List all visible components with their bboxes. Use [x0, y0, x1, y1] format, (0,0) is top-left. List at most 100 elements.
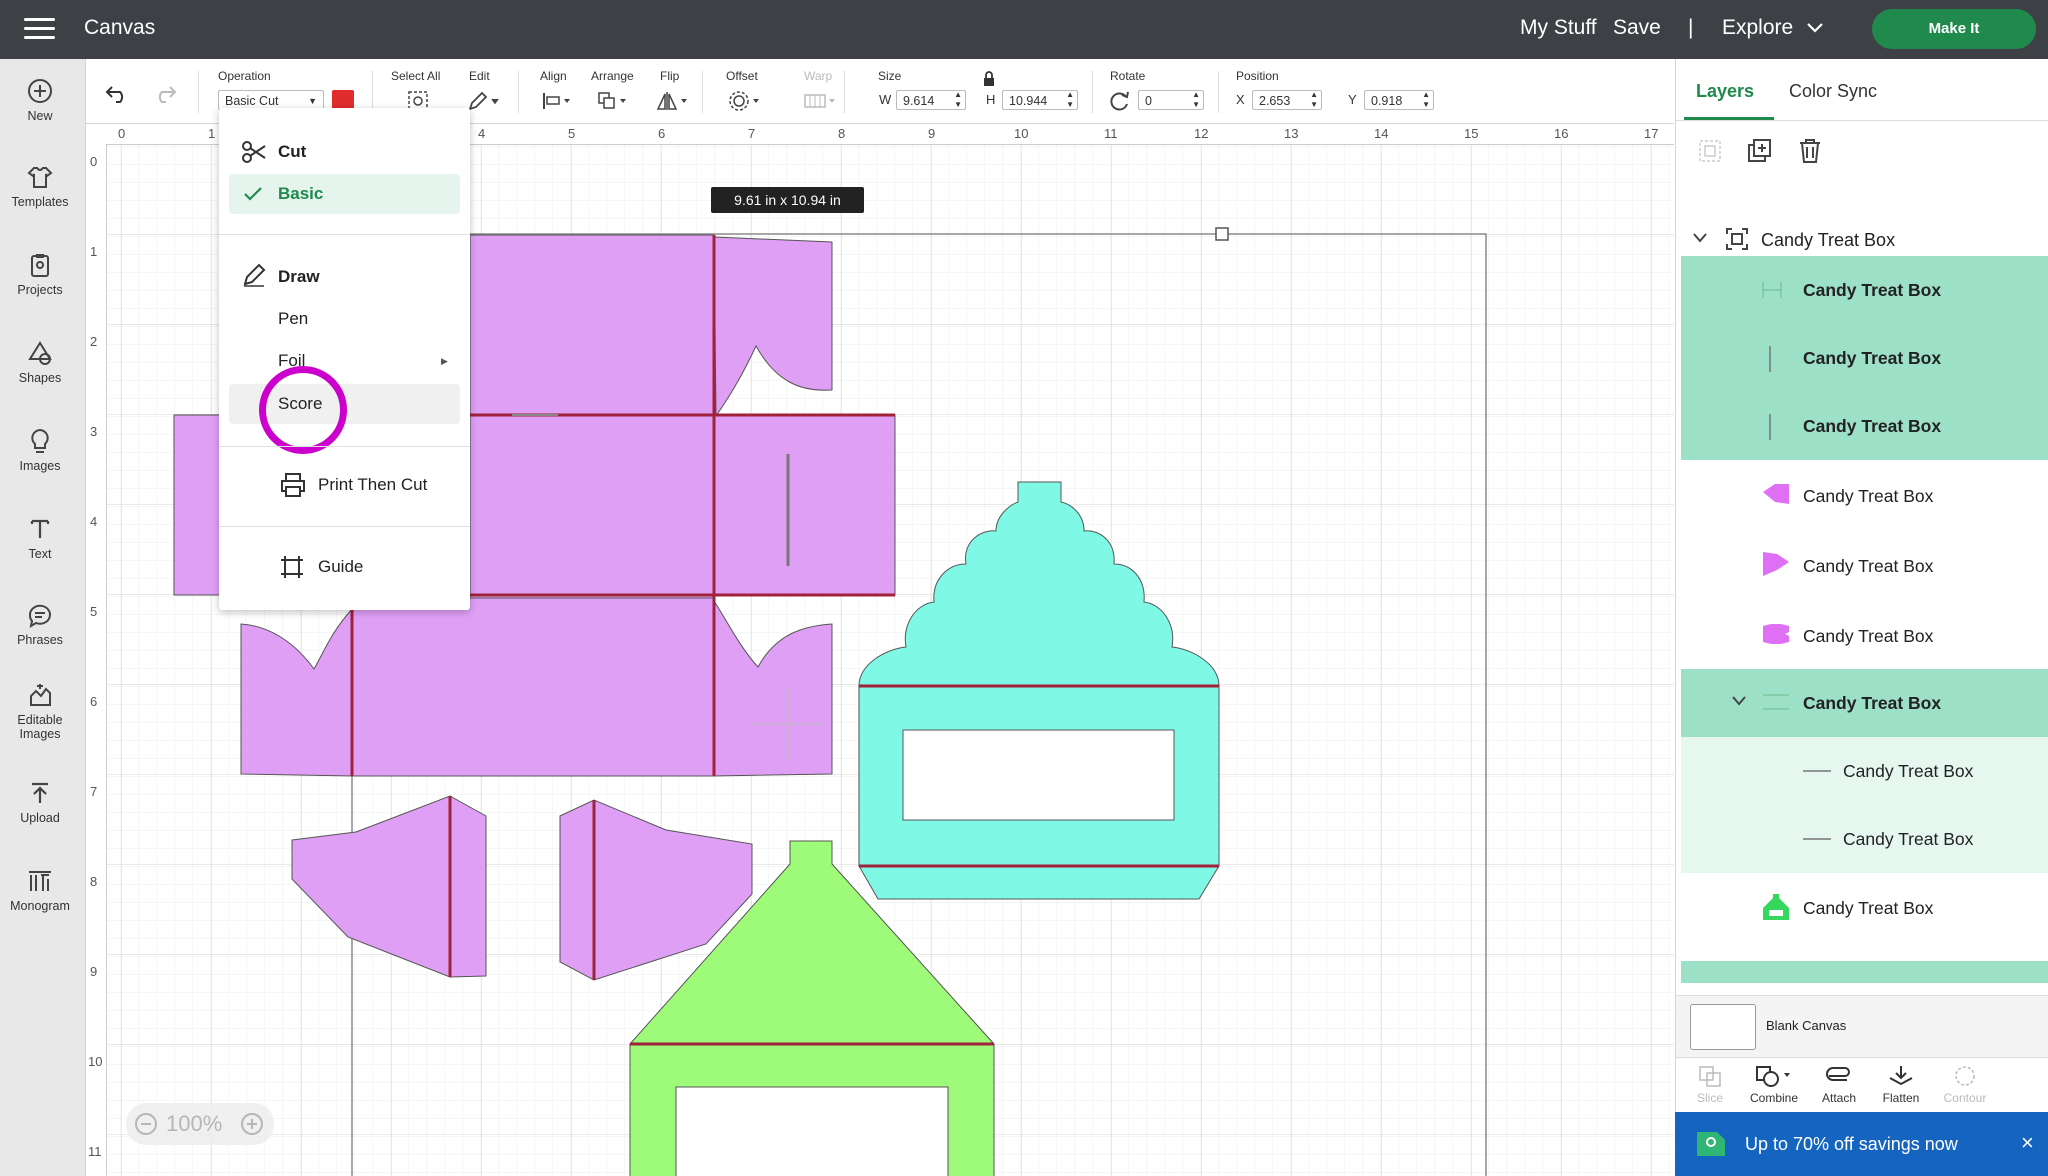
- lock-icon[interactable]: [982, 71, 996, 87]
- contour-button[interactable]: Contour: [1938, 1064, 1992, 1105]
- layer-item[interactable]: Candy Treat Box: [1681, 737, 2048, 805]
- attach-button[interactable]: Attach: [1814, 1064, 1864, 1105]
- sidebar-item-new[interactable]: New: [0, 77, 80, 123]
- combine-button[interactable]: Combine: [1742, 1064, 1806, 1105]
- stepper-icon[interactable]: ▲ ▼: [1192, 90, 1200, 110]
- ruler-tick: 10: [88, 1054, 103, 1069]
- sidebar-item-editable-images[interactable]: Editable Images: [0, 681, 80, 741]
- score-line-icon: [1769, 414, 1771, 440]
- layer-label: Candy Treat Box: [1843, 761, 1974, 781]
- menu-item-basic[interactable]: Basic: [229, 174, 460, 214]
- edit-pen-icon[interactable]: [466, 89, 502, 113]
- make-it-button[interactable]: Make It: [1872, 9, 2036, 49]
- undo-icon[interactable]: [104, 83, 130, 103]
- warp-icon[interactable]: [802, 89, 838, 113]
- menu-item-print-then-cut[interactable]: Print Then Cut: [318, 475, 427, 495]
- align-icon[interactable]: [540, 89, 574, 113]
- menu-item-pen[interactable]: Pen: [278, 309, 308, 329]
- purple-side-tab[interactable]: [173, 414, 223, 596]
- sidebar-label: Projects: [17, 283, 63, 297]
- width-input[interactable]: 9.614 ▲ ▼: [896, 90, 966, 110]
- sidebar-label: Images: [19, 459, 61, 473]
- blank-canvas-label: Blank Canvas: [1766, 1018, 1847, 1033]
- flatten-button[interactable]: Flatten: [1876, 1064, 1926, 1105]
- sidebar-item-images[interactable]: Images: [0, 427, 80, 473]
- menu-item-guide[interactable]: Guide: [318, 557, 363, 577]
- explore-menu[interactable]: Explore: [1722, 16, 1793, 40]
- layers-panel: Layers Color Sync Candy Treat Box Candy …: [1675, 59, 2048, 1176]
- purple-box-bottom[interactable]: [351, 597, 715, 777]
- sidebar-item-projects[interactable]: Projects: [0, 251, 80, 297]
- ruler-tick: 1: [90, 244, 98, 259]
- group-icon[interactable]: [1696, 137, 1724, 165]
- redo-icon[interactable]: [152, 83, 178, 103]
- stepper-icon[interactable]: ▲ ▼: [954, 90, 962, 110]
- sidebar-item-upload[interactable]: Upload: [0, 779, 80, 825]
- score-line-icon: [1803, 770, 1831, 772]
- layer-item[interactable]: Candy Treat Box: [1681, 669, 2048, 737]
- resize-handle[interactable]: [1215, 227, 1229, 241]
- layer-item[interactable]: Candy Treat Box: [1681, 532, 2048, 600]
- sidebar-label: Upload: [20, 811, 60, 825]
- paperclip-icon: [1826, 1067, 1850, 1081]
- layer-item[interactable]: Candy Treat Box: [1681, 462, 2048, 530]
- sidebar-item-templates[interactable]: Templates: [0, 163, 80, 209]
- my-stuff-link[interactable]: My Stuff: [1520, 16, 1597, 40]
- tab-layers[interactable]: Layers: [1696, 81, 1754, 102]
- stepper-icon[interactable]: ▲ ▼: [1310, 90, 1318, 110]
- chevron-down-icon[interactable]: [1692, 232, 1708, 244]
- layer-item[interactable]: Candy Treat Box: [1681, 874, 2048, 942]
- layer-item[interactable]: Candy Treat Box: [1681, 256, 2048, 324]
- ruler-tick: 1: [208, 126, 216, 141]
- close-icon[interactable]: ×: [2021, 1130, 2034, 1156]
- layer-item[interactable]: Candy Treat Box: [1681, 602, 2048, 670]
- slice-button[interactable]: Slice: [1690, 1064, 1730, 1105]
- layer-item[interactable]: Candy Treat Box: [1681, 324, 2048, 392]
- trash-icon[interactable]: [1796, 137, 1824, 165]
- zoom-in-icon[interactable]: [240, 1112, 264, 1136]
- chevron-down-icon[interactable]: [1731, 695, 1747, 707]
- rotate-icon[interactable]: [1108, 89, 1132, 113]
- sidebar-item-monogram[interactable]: Monogram: [0, 867, 80, 913]
- offset-icon[interactable]: [728, 89, 762, 113]
- x-position-input[interactable]: 2.653 ▲ ▼: [1252, 90, 1322, 110]
- sidebar-label: Editable Images: [17, 713, 63, 741]
- blank-canvas-row[interactable]: Blank Canvas: [1676, 995, 2048, 1058]
- operation-select[interactable]: Basic Cut ▼: [218, 90, 324, 110]
- layer-item-partial[interactable]: [1681, 961, 2048, 983]
- promo-banner[interactable]: Up to 70% off savings now ×: [1675, 1112, 2048, 1176]
- toolbar-divider: [198, 71, 199, 113]
- purple-side-panel[interactable]: [713, 414, 896, 596]
- rotate-input[interactable]: 0 ▲ ▼: [1138, 90, 1204, 110]
- x-value: 2.653: [1259, 94, 1291, 108]
- sidebar-item-text[interactable]: Text: [0, 515, 80, 561]
- height-input[interactable]: 10.944 ▲ ▼: [1002, 90, 1078, 110]
- layer-item[interactable]: Candy Treat Box: [1681, 392, 2048, 460]
- zoom-out-icon[interactable]: [134, 1112, 158, 1136]
- layer-item[interactable]: Candy Treat Box: [1681, 805, 2048, 873]
- attach-label: Attach: [1821, 1091, 1857, 1105]
- arrange-icon[interactable]: [596, 89, 630, 113]
- slice-icon: [1699, 1066, 1721, 1087]
- highlight-circle: [259, 366, 347, 454]
- y-label: Y: [1348, 92, 1357, 107]
- ruler-tick: 15: [1464, 126, 1479, 141]
- tab-color-sync[interactable]: Color Sync: [1789, 81, 1877, 102]
- blank-canvas-swatch[interactable]: [1690, 1004, 1756, 1050]
- width-label: W: [879, 92, 892, 107]
- duplicate-icon[interactable]: [1746, 137, 1774, 165]
- y-position-input[interactable]: 0.918 ▲ ▼: [1364, 90, 1434, 110]
- stepper-icon[interactable]: ▲ ▼: [1422, 90, 1430, 110]
- app-title: Canvas: [84, 16, 156, 39]
- align-label: Align: [540, 69, 567, 83]
- stepper-icon[interactable]: ▲ ▼: [1066, 90, 1074, 110]
- menu-icon[interactable]: [24, 18, 55, 40]
- sidebar-item-shapes[interactable]: Shapes: [0, 339, 80, 385]
- promo-text: Up to 70% off savings now: [1745, 1134, 1958, 1154]
- flip-icon[interactable]: [656, 89, 690, 113]
- save-link[interactable]: Save: [1613, 16, 1661, 40]
- chevron-down-icon[interactable]: [1806, 22, 1824, 34]
- sidebar-item-phrases[interactable]: Phrases: [0, 601, 80, 647]
- offset-label: Offset: [726, 69, 758, 83]
- ruler-tick: 14: [1374, 126, 1389, 141]
